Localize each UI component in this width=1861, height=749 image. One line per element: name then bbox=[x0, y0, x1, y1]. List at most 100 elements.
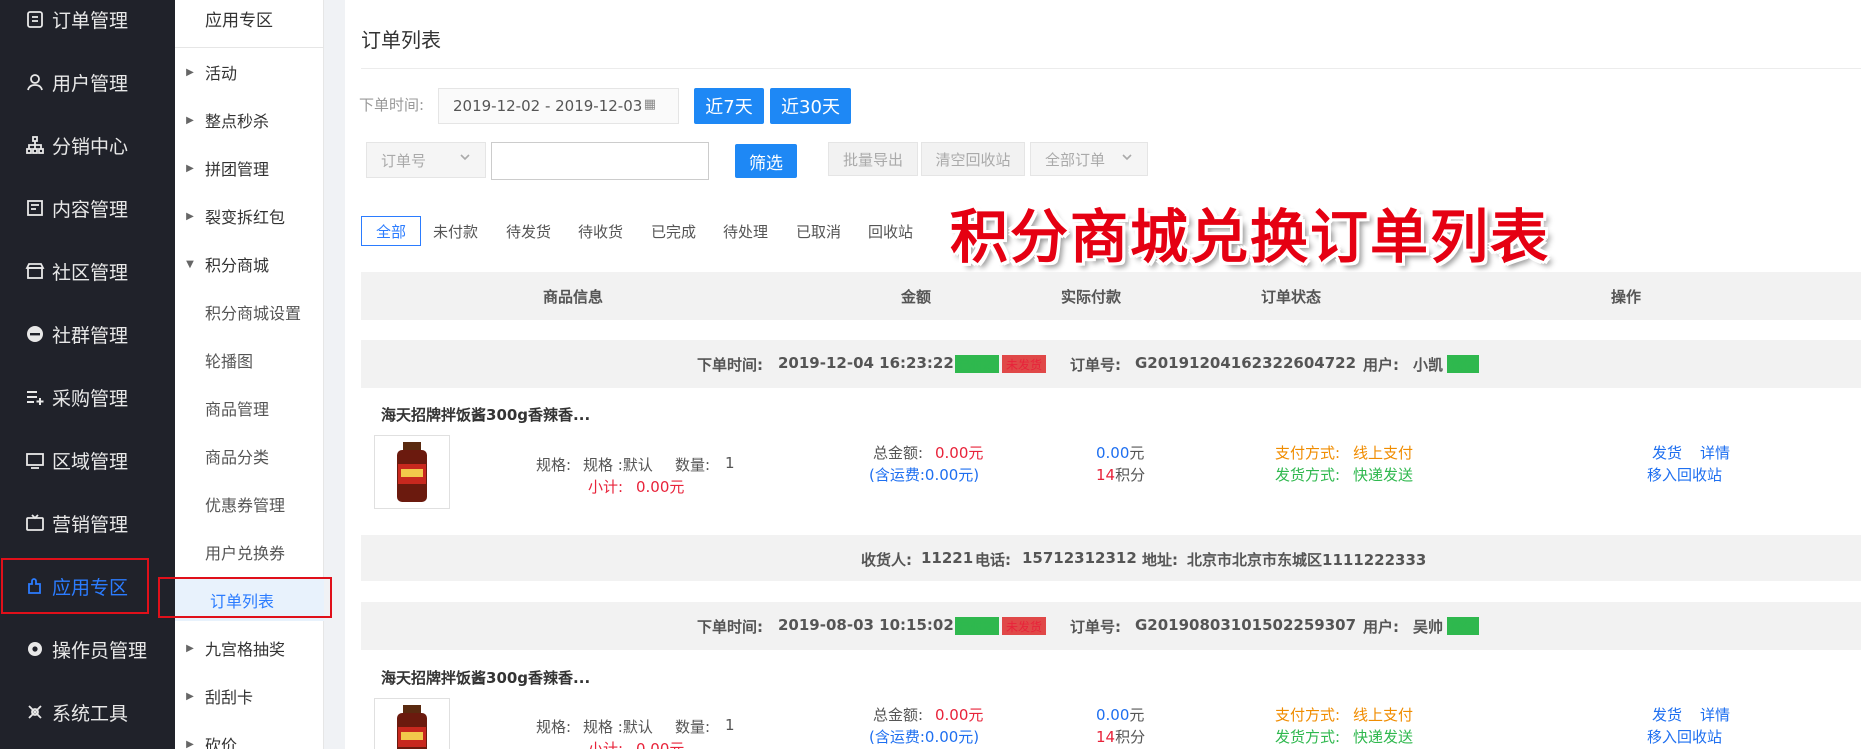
detail-button[interactable]: 详情 bbox=[1700, 704, 1730, 725]
paid-badge: 已付款 bbox=[955, 617, 1000, 635]
order-user: 小凯 bbox=[1413, 356, 1444, 374]
submenu-item-categories[interactable]: 商品分类 bbox=[175, 435, 324, 477]
submenu-item-flash-sale[interactable]: ▶ 整点秒杀 bbox=[175, 99, 324, 141]
submenu-item-label: 积分商城设置 bbox=[205, 304, 302, 323]
highlight-box-submenu bbox=[158, 577, 332, 618]
submenu-item-activity[interactable]: ▶ 活动 bbox=[175, 51, 324, 93]
submenu-item-label: 商品分类 bbox=[205, 448, 270, 467]
product-thumbnail[interactable] bbox=[374, 698, 450, 749]
total-label: 总金额: bbox=[873, 444, 924, 462]
points-value: 14 bbox=[1096, 728, 1116, 746]
submenu-item-scratch-card[interactable]: ▶ 刮刮卡 bbox=[175, 675, 324, 717]
total-value: 0.00元 bbox=[935, 706, 984, 724]
submenu-panel: 应用专区 ▶ 活动 ▶ 整点秒杀 ▶ 拼团管理 ▶ 裂变拆红包 ▼ 积分商城 积分商城设置… bbox=[175, 0, 324, 749]
caret-right-icon: ▶ bbox=[186, 66, 194, 78]
sidebar-item-label: 用户管理 bbox=[52, 72, 129, 95]
submenu-item-label: 整点秒杀 bbox=[205, 112, 270, 131]
detail-button[interactable]: 详情 bbox=[1700, 442, 1730, 463]
date-label: 下单时间: bbox=[359, 96, 425, 114]
order-user-label: 用户: bbox=[1363, 356, 1399, 374]
submenu-item-coupons[interactable]: 优惠券管理 bbox=[175, 483, 324, 525]
caret-right-icon: ▶ bbox=[186, 642, 194, 654]
ship-button[interactable]: 发货 bbox=[1652, 704, 1682, 725]
tab-recycle-bin[interactable]: 回收站 bbox=[868, 216, 913, 246]
subtotal-label: 小计: bbox=[588, 740, 624, 749]
paid-unit: 元 bbox=[1129, 706, 1145, 724]
sidebar-item-groups[interactable]: 社群管理 bbox=[0, 303, 175, 365]
sidebar-item-label: 分销中心 bbox=[52, 135, 129, 158]
receiver-value: 11221 bbox=[921, 549, 974, 567]
last-7-days-button[interactable]: 近7天 bbox=[694, 88, 764, 124]
caret-right-icon: ▶ bbox=[186, 690, 194, 702]
sidebar-item-distribution[interactable]: 分销中心 bbox=[0, 114, 175, 176]
paid-badge: 已付款 bbox=[955, 355, 1000, 373]
move-to-recycle-button[interactable]: 移入回收站 bbox=[1647, 726, 1722, 747]
ship-button[interactable]: 发货 bbox=[1652, 442, 1682, 463]
clear-recycle-button[interactable]: 清空回收站 bbox=[921, 142, 1025, 176]
caret-right-icon: ▶ bbox=[186, 114, 194, 126]
order-time-label: 下单时间: bbox=[697, 618, 763, 636]
user-icon bbox=[24, 71, 46, 93]
submenu-item-red-packet[interactable]: ▶ 裂变拆红包 bbox=[175, 195, 324, 237]
sidebar-item-operators[interactable]: 操作员管理 bbox=[0, 618, 175, 680]
store-icon bbox=[24, 260, 46, 282]
sidebar-item-community[interactable]: 社区管理 bbox=[0, 240, 175, 302]
sidebar-item-orders[interactable]: 订单管理 bbox=[0, 0, 175, 50]
order-status-select[interactable]: 全部订单 bbox=[1030, 142, 1148, 176]
sidebar-item-purchase[interactable]: 采购管理 bbox=[0, 366, 175, 428]
pay-method-label: 支付方式: bbox=[1275, 444, 1341, 462]
sidebar-item-marketing[interactable]: 营销管理 bbox=[0, 492, 175, 554]
product-thumbnail[interactable] bbox=[374, 435, 450, 509]
tab-to-ship[interactable]: 待发货 bbox=[506, 216, 551, 246]
points-value: 14 bbox=[1096, 466, 1116, 484]
submenu-head: 应用专区 bbox=[175, 0, 324, 48]
submenu-item-label: 刮刮卡 bbox=[205, 688, 254, 707]
ship-method-value: 快递发送 bbox=[1353, 728, 1414, 746]
sidebar-item-label: 社群管理 bbox=[52, 324, 129, 347]
subtotal-value: 0.00元 bbox=[636, 740, 685, 749]
sidebar-item-region[interactable]: 区域管理 bbox=[0, 429, 175, 491]
submenu-item-points-mall[interactable]: ▼ 积分商城 bbox=[175, 243, 324, 285]
order-user-label: 用户: bbox=[1363, 618, 1399, 636]
clipboard-icon bbox=[24, 8, 46, 30]
submenu-item-products[interactable]: 商品管理 bbox=[175, 387, 324, 429]
order-no: G20191204162322604722 bbox=[1135, 354, 1357, 372]
tab-unpaid[interactable]: 未付款 bbox=[433, 216, 478, 246]
unshipped-badge: 未发货 bbox=[1002, 355, 1047, 373]
org-chart-icon bbox=[24, 134, 46, 156]
table-header: 商品信息 金额 实际付款 订单状态 操作 bbox=[361, 272, 1861, 320]
order-header: 下单时间: 2019-12-04 16:23:22 已付款 未发货 订单号: G… bbox=[361, 340, 1861, 388]
last-30-days-button[interactable]: 近30天 bbox=[770, 88, 851, 124]
submenu-item-lottery[interactable]: ▶ 九宫格抽奖 bbox=[175, 627, 324, 669]
submenu-item-label: 拼团管理 bbox=[205, 160, 270, 179]
filter-button[interactable]: 筛选 bbox=[735, 144, 797, 178]
spec-value: 规格 :默认 bbox=[583, 456, 653, 474]
move-to-recycle-button[interactable]: 移入回收站 bbox=[1647, 464, 1722, 485]
submenu-item-points-mall-settings[interactable]: 积分商城设置 bbox=[175, 291, 324, 333]
search-input[interactable] bbox=[491, 142, 709, 180]
header-product-info: 商品信息 bbox=[543, 288, 604, 306]
date-range-picker[interactable]: 2019-12-02 - 2019-12-03 ▦ bbox=[438, 88, 679, 124]
tab-to-receive[interactable]: 待收货 bbox=[578, 216, 623, 246]
batch-export-button[interactable]: 批量导出 bbox=[828, 142, 918, 176]
sidebar-item-users[interactable]: 用户管理 bbox=[0, 51, 175, 113]
product-name[interactable]: 海天招牌拌饭酱300g香辣香... bbox=[381, 404, 590, 425]
pay-method-value: 线上支付 bbox=[1353, 706, 1414, 724]
address-label: 地址: bbox=[1142, 551, 1178, 569]
sidebar-item-system-tools[interactable]: 系统工具 bbox=[0, 681, 175, 743]
submenu-item-carousel[interactable]: 轮播图 bbox=[175, 339, 324, 381]
tab-all[interactable]: 全部 bbox=[361, 216, 422, 246]
tab-cancelled[interactable]: 已取消 bbox=[796, 216, 841, 246]
total-label: 总金额: bbox=[873, 706, 924, 724]
order-field-select[interactable]: 订单号 bbox=[366, 142, 486, 178]
freight-value: (含运费:0.00元) bbox=[869, 728, 980, 746]
sidebar-item-content[interactable]: 内容管理 bbox=[0, 177, 175, 239]
submenu-item-user-vouchers[interactable]: 用户兑换券 bbox=[175, 531, 324, 573]
submenu-item-group-buy[interactable]: ▶ 拼团管理 bbox=[175, 147, 324, 189]
tab-pending[interactable]: 待处理 bbox=[723, 216, 768, 246]
submenu-item-bargain[interactable]: ▶ 砍价 bbox=[175, 723, 324, 749]
product-name[interactable]: 海天招牌拌饭酱300g香辣香... bbox=[381, 667, 590, 688]
wechat-badge: 微信 bbox=[1447, 355, 1480, 373]
tab-completed[interactable]: 已完成 bbox=[651, 216, 696, 246]
points-unit: 积分 bbox=[1115, 728, 1146, 746]
